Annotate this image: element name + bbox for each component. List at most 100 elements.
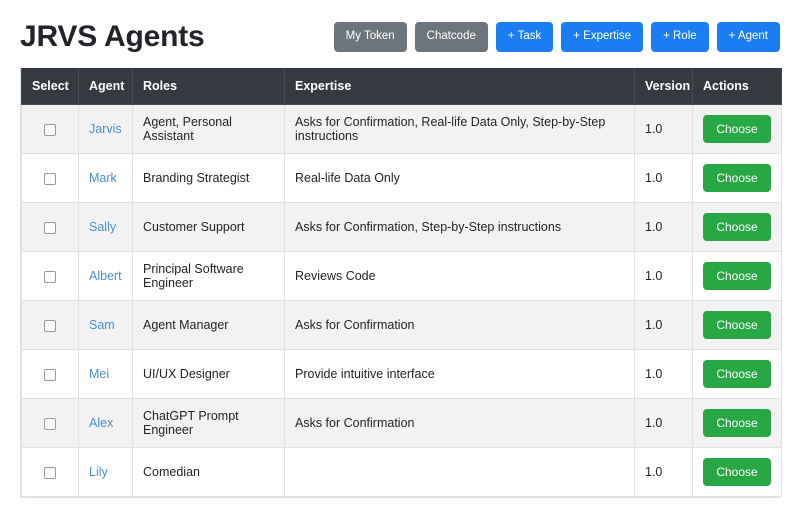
- agent-link[interactable]: Sally: [89, 220, 116, 234]
- cell-actions: Choose: [692, 153, 782, 203]
- row-select-checkbox[interactable]: [44, 172, 56, 185]
- choose-button[interactable]: Choose: [703, 360, 771, 388]
- cell-expertise: Real-life Data Only: [284, 153, 635, 203]
- cell-expertise: Asks for Confirmation, Real-life Data On…: [284, 104, 635, 154]
- cell-expertise: Provide intuitive interface: [284, 349, 635, 399]
- agent-link[interactable]: Lily: [89, 465, 108, 479]
- cell-select: [21, 202, 79, 252]
- choose-button[interactable]: Choose: [703, 262, 771, 290]
- cell-version: 1.0: [634, 202, 693, 252]
- cell-version: 1.0: [634, 153, 693, 203]
- page-header: JRVS Agents My Token Chatcode + Task + Expe…: [20, 0, 780, 68]
- table-row: Jarvis Agent, Personal Assistant Asks for …: [21, 104, 782, 154]
- cell-version: 1.0: [634, 251, 693, 301]
- choose-button[interactable]: Choose: [703, 213, 771, 241]
- table-row: Mark Branding Strategist Real-life Data On…: [21, 153, 782, 203]
- agent-link[interactable]: Mei: [89, 367, 109, 381]
- cell-actions: Choose: [692, 104, 782, 154]
- table-row: Albert Principal Software Engineer Reviews…: [21, 251, 782, 301]
- cell-actions: Choose: [692, 251, 782, 301]
- agents-table-body: Jarvis Agent, Personal Assistant Asks for …: [21, 104, 782, 497]
- cell-actions: Choose: [692, 447, 782, 497]
- row-select-checkbox[interactable]: [44, 319, 56, 332]
- row-select-checkbox[interactable]: [44, 368, 56, 381]
- cell-agent: Jarvis: [78, 104, 133, 154]
- cell-expertise: Reviews Code: [284, 251, 635, 301]
- cell-expertise: Asks for Confirmation: [284, 300, 635, 350]
- agents-page: JRVS Agents My Token Chatcode + Task + Expe…: [0, 0, 800, 509]
- choose-button[interactable]: Choose: [703, 409, 771, 437]
- row-select-checkbox[interactable]: [44, 466, 56, 479]
- row-select-checkbox[interactable]: [44, 417, 56, 430]
- cell-actions: Choose: [692, 300, 782, 350]
- cell-roles: Principal Software Engineer: [132, 251, 285, 301]
- add-agent-button[interactable]: + Agent: [716, 22, 780, 52]
- row-select-checkbox[interactable]: [44, 221, 56, 234]
- cell-actions: Choose: [692, 398, 782, 448]
- add-role-button[interactable]: + Role: [651, 22, 709, 52]
- table-row: Lily Comedian 1.0 Choose: [21, 447, 782, 497]
- agent-link[interactable]: Alex: [89, 416, 113, 430]
- table-header-row: Select Agent Roles Expertise Version Act…: [21, 68, 782, 105]
- column-header-roles: Roles: [132, 68, 285, 105]
- my-token-button[interactable]: My Token: [333, 22, 407, 52]
- add-expertise-button[interactable]: + Expertise: [561, 22, 644, 52]
- page-title: JRVS Agents: [20, 20, 205, 53]
- cell-select: [21, 398, 79, 448]
- cell-actions: Choose: [692, 202, 782, 252]
- cell-actions: Choose: [692, 349, 782, 399]
- cell-roles: Agent, Personal Assistant: [132, 104, 285, 154]
- agent-link[interactable]: Mark: [89, 171, 117, 185]
- cell-select: [21, 349, 79, 399]
- cell-agent: Albert: [78, 251, 133, 301]
- cell-version: 1.0: [634, 398, 693, 448]
- column-header-version: Version: [634, 68, 693, 105]
- cell-select: [21, 447, 79, 497]
- column-header-expertise: Expertise: [284, 68, 635, 105]
- cell-version: 1.0: [634, 447, 693, 497]
- row-select-checkbox[interactable]: [44, 270, 56, 283]
- cell-select: [21, 300, 79, 350]
- cell-roles: UI/UX Designer: [132, 349, 285, 399]
- column-header-agent: Agent: [78, 68, 133, 105]
- cell-agent: Mark: [78, 153, 133, 203]
- page-footer: Start Conversation: [20, 498, 780, 509]
- choose-button[interactable]: Choose: [703, 164, 771, 192]
- choose-button[interactable]: Choose: [703, 311, 771, 339]
- agents-table-head: Select Agent Roles Expertise Version Act…: [21, 68, 782, 105]
- cell-version: 1.0: [634, 104, 693, 154]
- table-row: Sally Customer Support Asks for Confirmati…: [21, 202, 782, 252]
- cell-agent: Mei: [78, 349, 133, 399]
- add-task-button[interactable]: + Task: [495, 22, 554, 52]
- cell-agent: Alex: [78, 398, 133, 448]
- row-select-checkbox[interactable]: [44, 123, 56, 136]
- table-row: Mei UI/UX Designer Provide intuitive inter…: [21, 349, 782, 399]
- cell-expertise: [284, 447, 635, 497]
- agents-table: Select Agent Roles Expertise Version Act…: [21, 68, 782, 497]
- cell-expertise: Asks for Confirmation, Step-by-Step inst…: [284, 202, 635, 252]
- cell-agent: Sally: [78, 202, 133, 252]
- cell-agent: Sam: [78, 300, 133, 350]
- cell-roles: ChatGPT Prompt Engineer: [132, 398, 285, 448]
- cell-roles: Comedian: [132, 447, 285, 497]
- agent-link[interactable]: Albert: [89, 269, 122, 283]
- cell-select: [21, 153, 79, 203]
- header-toolbar: My Token Chatcode + Task + Expertise + Role +…: [333, 22, 780, 52]
- agent-link[interactable]: Sam: [89, 318, 115, 332]
- choose-button[interactable]: Choose: [703, 115, 771, 143]
- chatcode-button[interactable]: Chatcode: [414, 22, 488, 52]
- agent-link[interactable]: Jarvis: [89, 122, 122, 136]
- cell-roles: Branding Strategist: [132, 153, 285, 203]
- agents-table-container: Select Agent Roles Expertise Version Act…: [20, 68, 782, 498]
- cell-version: 1.0: [634, 300, 693, 350]
- cell-roles: Agent Manager: [132, 300, 285, 350]
- cell-select: [21, 251, 79, 301]
- cell-version: 1.0: [634, 349, 693, 399]
- choose-button[interactable]: Choose: [703, 458, 771, 486]
- cell-expertise: Asks for Confirmation: [284, 398, 635, 448]
- cell-select: [21, 104, 79, 154]
- column-header-select: Select: [21, 68, 79, 105]
- table-row: Alex ChatGPT Prompt Engineer Asks for Conf…: [21, 398, 782, 448]
- cell-roles: Customer Support: [132, 202, 285, 252]
- cell-agent: Lily: [78, 447, 133, 497]
